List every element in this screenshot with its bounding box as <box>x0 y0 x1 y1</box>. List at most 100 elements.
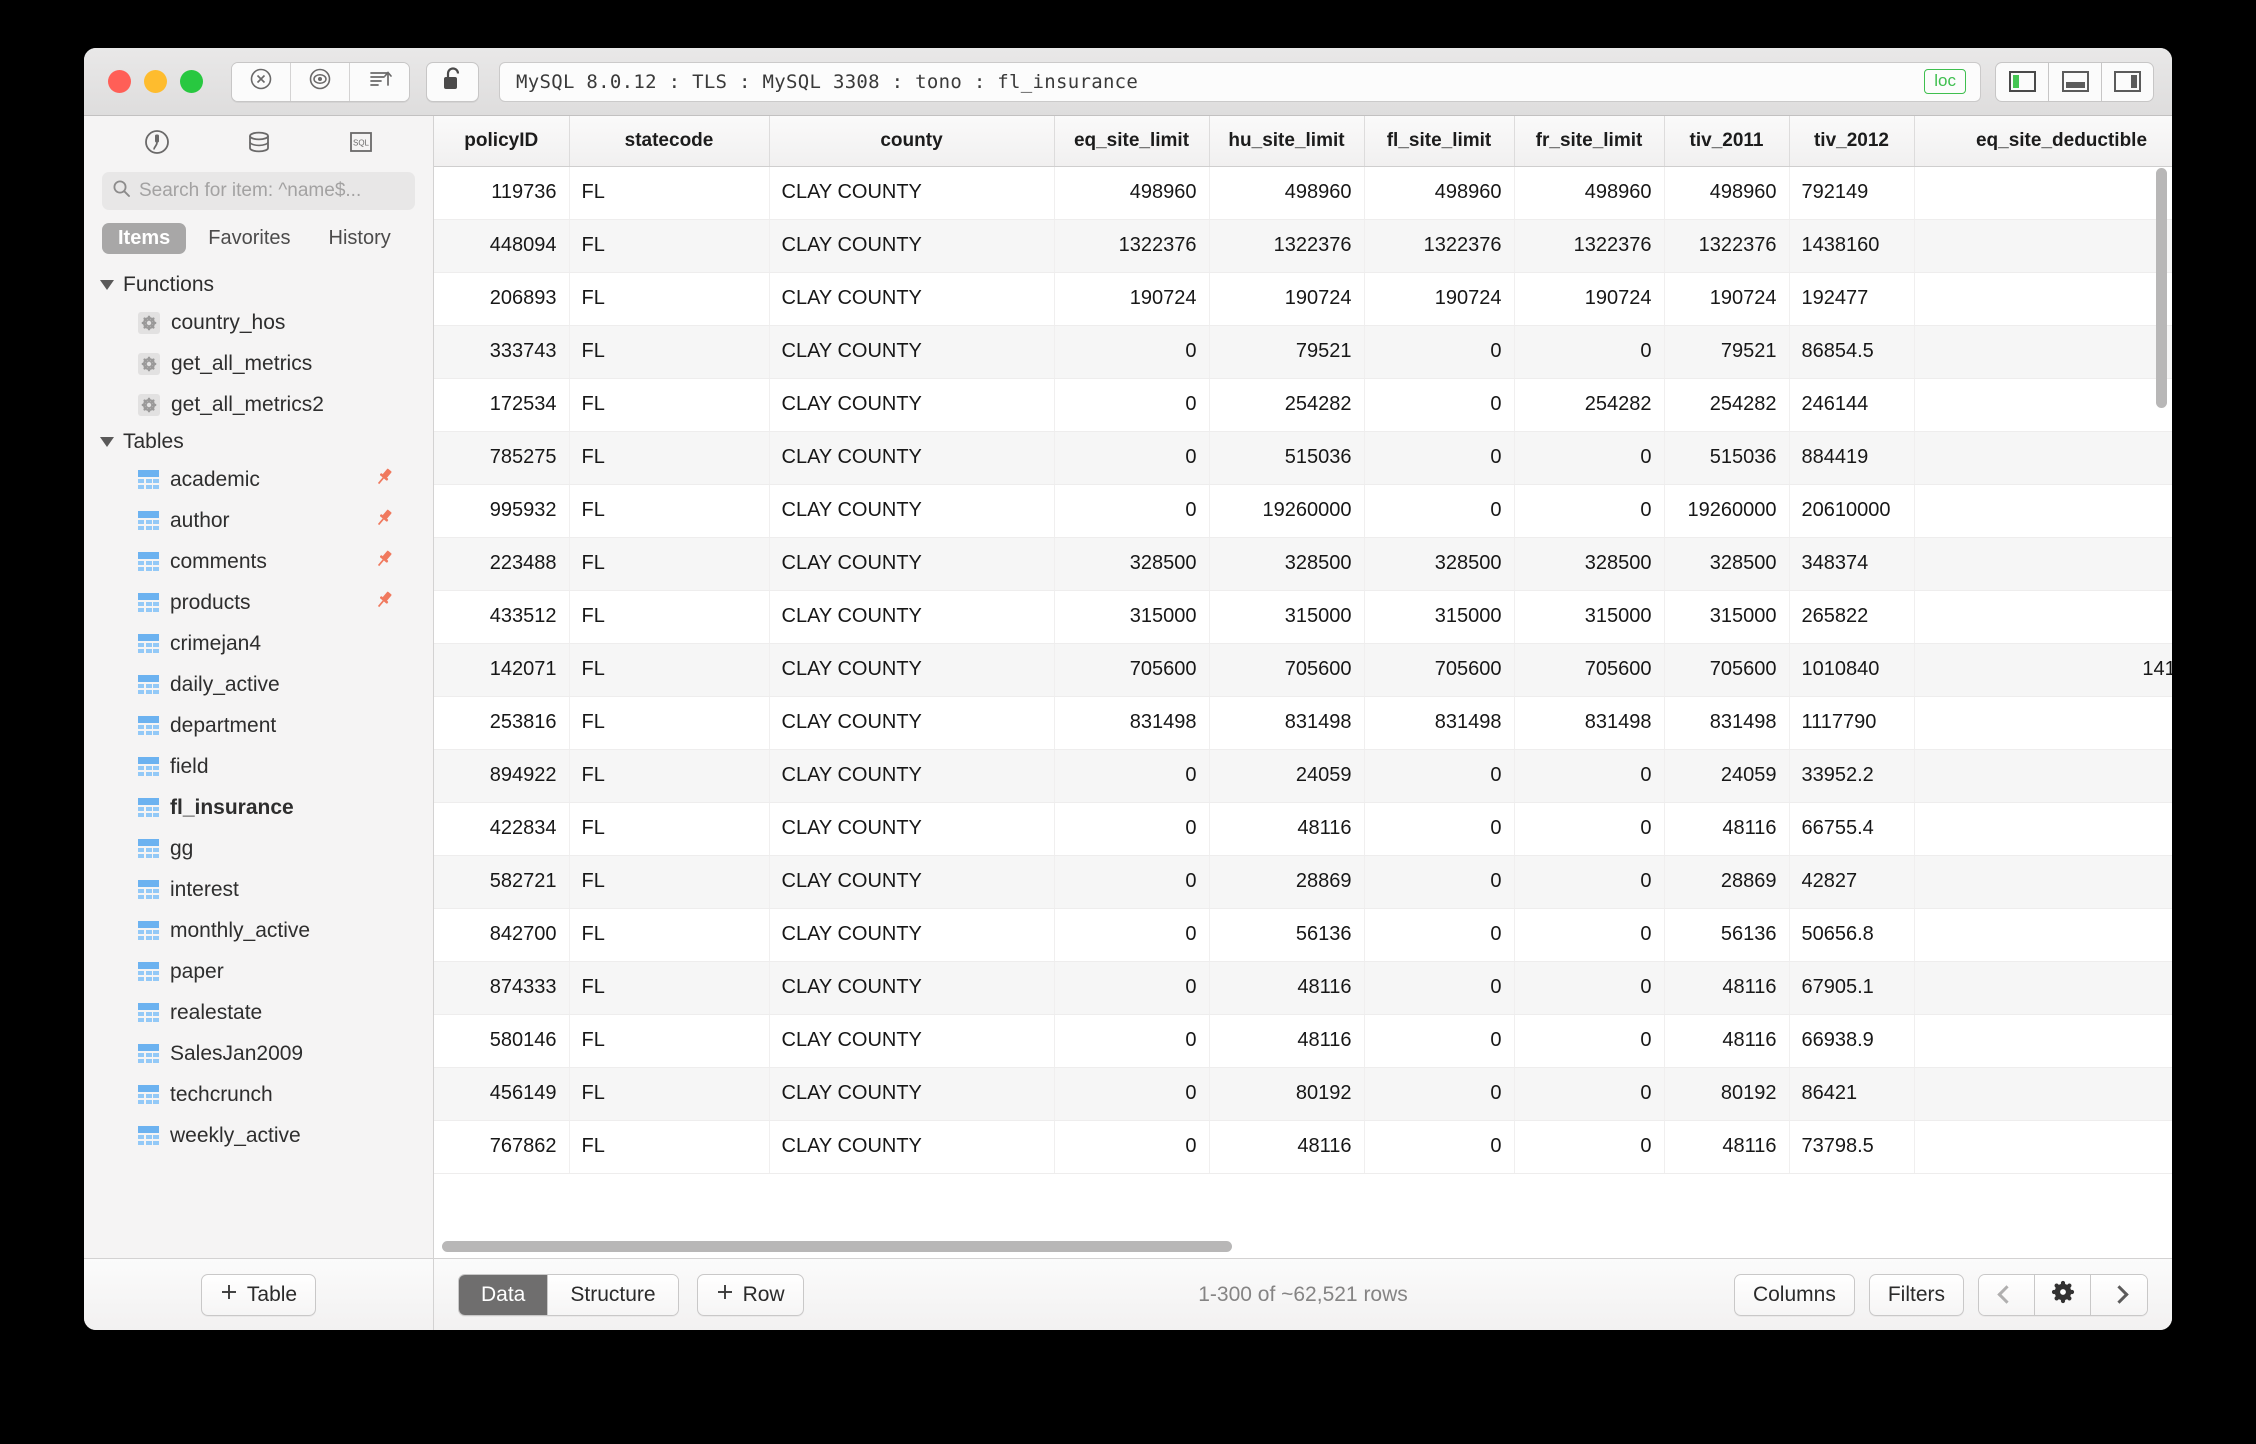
cell-county[interactable]: CLAY COUNTY <box>769 802 1055 856</box>
filters-button[interactable]: Filters <box>1868 1273 1964 1316</box>
cell-fl_site_limit[interactable]: 315000 <box>1364 590 1515 644</box>
cell-policyID[interactable]: 842700 <box>434 908 570 962</box>
tree-item-monthly_active[interactable]: monthly_active <box>84 910 433 951</box>
disconnect-button[interactable] <box>232 62 291 101</box>
cell-fl_site_limit[interactable]: 0 <box>1364 378 1515 432</box>
cell-fl_site_limit[interactable]: 498960 <box>1364 166 1515 220</box>
database-icon[interactable] <box>244 127 274 162</box>
cell-tiv_2011[interactable]: 80192 <box>1664 1067 1790 1121</box>
cell-statecode[interactable]: FL <box>569 1014 770 1068</box>
column-header-hu_site_limit[interactable]: hu_site_limit <box>1209 116 1365 167</box>
cell-statecode[interactable]: FL <box>569 590 770 644</box>
cell-county[interactable]: CLAY COUNTY <box>769 855 1055 909</box>
cell-fl_site_limit[interactable]: 0 <box>1364 802 1515 856</box>
cell-eq_site_deductible[interactable]: 0 <box>1914 961 2172 1015</box>
close-window-button[interactable] <box>108 70 131 93</box>
cell-statecode[interactable]: FL <box>569 1120 770 1174</box>
cell-eq_site_limit[interactable]: 0 <box>1054 484 1210 538</box>
cell-fr_site_limit[interactable]: 0 <box>1514 1014 1665 1068</box>
cell-hu_site_limit[interactable]: 48116 <box>1209 961 1365 1015</box>
cell-fl_site_limit[interactable]: 0 <box>1364 484 1515 538</box>
cell-policyID[interactable]: 333743 <box>434 325 570 379</box>
cell-eq_site_limit[interactable]: 0 <box>1054 855 1210 909</box>
cell-fl_site_limit[interactable]: 0 <box>1364 908 1515 962</box>
cell-eq_site_deductible[interactable]: 0 <box>1914 1120 2172 1174</box>
cell-hu_site_limit[interactable]: 48116 <box>1209 1120 1365 1174</box>
tree-item-daily_active[interactable]: daily_active <box>84 664 433 705</box>
toggle-right-pane-button[interactable] <box>2101 61 2154 102</box>
cell-tiv_2011[interactable]: 19260000 <box>1664 484 1790 538</box>
cell-tiv_2011[interactable]: 48116 <box>1664 1014 1790 1068</box>
cell-eq_site_deductible[interactable]: 0 <box>1914 325 2172 379</box>
cell-hu_site_limit[interactable]: 1322376 <box>1209 219 1365 273</box>
vertical-scrollbar[interactable] <box>2156 168 2167 408</box>
cell-tiv_2012[interactable]: 73798.5 <box>1789 1120 1915 1174</box>
cell-policyID[interactable]: 785275 <box>434 431 570 485</box>
cell-fr_site_limit[interactable]: 705600 <box>1514 643 1665 697</box>
cell-tiv_2011[interactable]: 254282 <box>1664 378 1790 432</box>
cell-tiv_2011[interactable]: 79521 <box>1664 325 1790 379</box>
horizontal-scrollbar[interactable] <box>442 1241 1232 1252</box>
connection-plug-icon[interactable] <box>142 127 172 162</box>
tab-data[interactable]: Data <box>459 1274 549 1315</box>
table-row[interactable]: 142071 FL CLAY COUNTY 705600 705600 705600 705… <box>434 643 2172 697</box>
cell-county[interactable]: CLAY COUNTY <box>769 1120 1055 1174</box>
cell-statecode[interactable]: FL <box>569 166 770 220</box>
cell-hu_site_limit[interactable]: 19260000 <box>1209 484 1365 538</box>
minimize-window-button[interactable] <box>144 70 167 93</box>
cell-fl_site_limit[interactable]: 705600 <box>1364 643 1515 697</box>
cell-eq_site_limit[interactable]: 0 <box>1054 378 1210 432</box>
cell-county[interactable]: CLAY COUNTY <box>769 537 1055 591</box>
lock-toggle-button[interactable] <box>426 61 479 102</box>
cell-policyID[interactable]: 172534 <box>434 378 570 432</box>
tree-item-SalesJan2009[interactable]: SalesJan2009 <box>84 1033 433 1074</box>
table-row[interactable]: 995932 FL CLAY COUNTY 0 19260000 0 0 19260000 20… <box>434 484 2172 538</box>
table-row[interactable]: 253816 FL CLAY COUNTY 831498 831498 831498 831… <box>434 696 2172 750</box>
cell-eq_site_deductible[interactable]: 14112 <box>1914 643 2172 697</box>
cell-policyID[interactable]: 456149 <box>434 1067 570 1121</box>
cell-tiv_2011[interactable]: 24059 <box>1664 749 1790 803</box>
cell-statecode[interactable]: FL <box>569 1067 770 1121</box>
cell-fr_site_limit[interactable]: 328500 <box>1514 537 1665 591</box>
cell-tiv_2012[interactable]: 66938.9 <box>1789 1014 1915 1068</box>
cell-tiv_2012[interactable]: 33952.2 <box>1789 749 1915 803</box>
tree-item-get_all_metrics[interactable]: get_all_metrics <box>84 343 433 384</box>
cell-tiv_2011[interactable]: 1322376 <box>1664 219 1790 273</box>
cell-statecode[interactable]: FL <box>569 325 770 379</box>
cell-tiv_2012[interactable]: 67905.1 <box>1789 961 1915 1015</box>
cell-hu_site_limit[interactable]: 190724 <box>1209 272 1365 326</box>
cell-statecode[interactable]: FL <box>569 537 770 591</box>
cell-policyID[interactable]: 433512 <box>434 590 570 644</box>
cell-fr_site_limit[interactable]: 190724 <box>1514 272 1665 326</box>
cell-policyID[interactable]: 580146 <box>434 1014 570 1068</box>
cell-fl_site_limit[interactable]: 0 <box>1364 325 1515 379</box>
tab-favorites[interactable]: Favorites <box>192 223 306 254</box>
tree-item-paper[interactable]: paper <box>84 951 433 992</box>
cell-fl_site_limit[interactable]: 190724 <box>1364 272 1515 326</box>
cell-county[interactable]: CLAY COUNTY <box>769 961 1055 1015</box>
cell-fr_site_limit[interactable]: 1322376 <box>1514 219 1665 273</box>
table-row[interactable]: 206893 FL CLAY COUNTY 190724 190724 190724 190… <box>434 272 2172 326</box>
cell-county[interactable]: CLAY COUNTY <box>769 749 1055 803</box>
table-row[interactable]: 580146FLCLAY COUNTY048116004811666938.90 <box>434 1014 2172 1068</box>
sql-icon[interactable]: SQL <box>347 128 375 161</box>
cell-eq_site_limit[interactable]: 315000 <box>1054 590 1210 644</box>
cell-tiv_2011[interactable]: 48116 <box>1664 961 1790 1015</box>
cell-fl_site_limit[interactable]: 1322376 <box>1364 219 1515 273</box>
columns-button[interactable]: Columns <box>1733 1273 1855 1316</box>
cell-tiv_2012[interactable]: 86421 <box>1789 1067 1915 1121</box>
cell-fl_site_limit[interactable]: 0 <box>1364 1067 1515 1121</box>
cell-tiv_2011[interactable]: 315000 <box>1664 590 1790 644</box>
cell-eq_site_deductible[interactable]: 0 <box>1914 1014 2172 1068</box>
cell-policyID[interactable]: 119736 <box>434 166 570 220</box>
maximize-window-button[interactable] <box>180 70 203 93</box>
toggle-left-pane-button[interactable] <box>1995 61 2048 102</box>
tree-item-techcrunch[interactable]: techcrunch <box>84 1074 433 1115</box>
cell-county[interactable]: CLAY COUNTY <box>769 643 1055 697</box>
cell-eq_site_limit[interactable]: 0 <box>1054 961 1210 1015</box>
cell-hu_site_limit[interactable]: 48116 <box>1209 802 1365 856</box>
cell-fr_site_limit[interactable]: 315000 <box>1514 590 1665 644</box>
cell-eq_site_deductible[interactable]: 0 <box>1914 696 2172 750</box>
tree-item-author[interactable]: author <box>84 500 433 541</box>
column-header-eq_site_deductible[interactable]: eq_site_deductible <box>1914 116 2172 167</box>
